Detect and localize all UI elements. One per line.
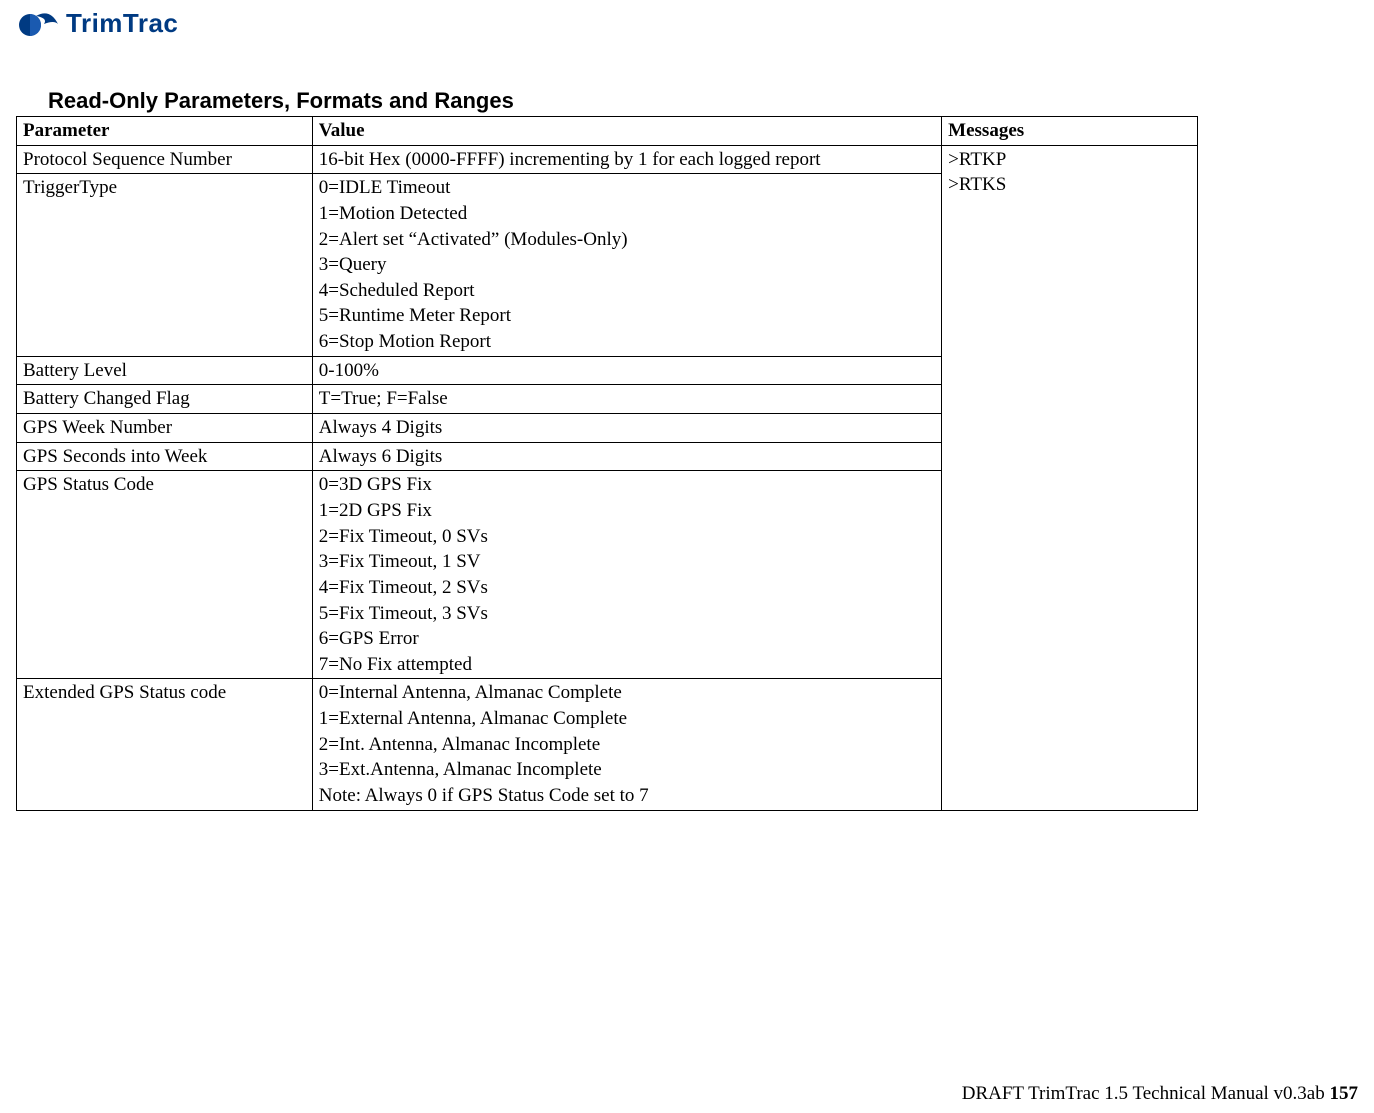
- param-cell: GPS Seconds into Week: [17, 442, 313, 471]
- param-cell: Battery Level: [17, 356, 313, 385]
- logo-text: TrimTrac: [66, 8, 178, 39]
- header-value: Value: [312, 117, 941, 146]
- param-cell: TriggerType: [17, 174, 313, 356]
- section-title: Read-Only Parameters, Formats and Ranges: [48, 88, 514, 114]
- footer-text: DRAFT TrimTrac 1.5 Technical Manual v0.3…: [962, 1083, 1330, 1104]
- page-footer: DRAFT TrimTrac 1.5 Technical Manual v0.3…: [962, 1083, 1358, 1105]
- value-cell: Always 4 Digits: [312, 414, 941, 443]
- table-row: Protocol Sequence Number 16-bit Hex (000…: [17, 145, 1198, 174]
- param-cell: Protocol Sequence Number: [17, 145, 313, 174]
- param-cell: GPS Week Number: [17, 414, 313, 443]
- header-parameter: Parameter: [17, 117, 313, 146]
- trimtrac-logo-icon: [14, 10, 62, 38]
- parameter-table: Parameter Value Messages Protocol Sequen…: [16, 116, 1198, 811]
- value-cell: Always 6 Digits: [312, 442, 941, 471]
- value-cell: 0-100%: [312, 356, 941, 385]
- param-cell: GPS Status Code: [17, 471, 313, 679]
- value-cell: 16-bit Hex (0000-FFFF) incrementing by 1…: [312, 145, 941, 174]
- value-cell: 0=IDLE Timeout 1=Motion Detected 2=Alert…: [312, 174, 941, 356]
- messages-cell: >RTKP >RTKS: [942, 145, 1198, 810]
- page-number: 157: [1330, 1083, 1359, 1104]
- param-cell: Battery Changed Flag: [17, 385, 313, 414]
- logo: TrimTrac: [14, 8, 178, 39]
- value-cell: 0=3D GPS Fix 1=2D GPS Fix 2=Fix Timeout,…: [312, 471, 941, 679]
- table-header-row: Parameter Value Messages: [17, 117, 1198, 146]
- param-cell: Extended GPS Status code: [17, 679, 313, 810]
- value-cell: T=True; F=False: [312, 385, 941, 414]
- value-cell: 0=Internal Antenna, Almanac Complete 1=E…: [312, 679, 941, 810]
- header-messages: Messages: [942, 117, 1198, 146]
